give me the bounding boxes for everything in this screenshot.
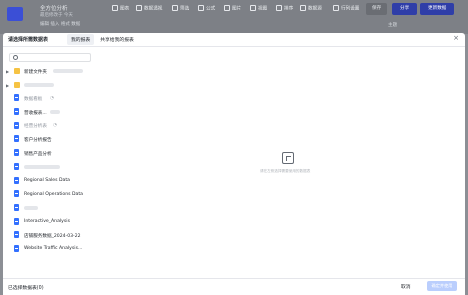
sheet-icon (14, 217, 19, 225)
tool-image[interactable]: 图片 (224, 5, 241, 12)
lock-icon: ◔ (50, 95, 54, 101)
chart-icon (112, 5, 118, 11)
cancel-button[interactable]: 取消 (398, 282, 414, 291)
app-subtitle: 最后修改于 今天 (40, 13, 73, 18)
list-item-label: Interactive_Analysis (24, 219, 70, 225)
tool-filter[interactable]: 筛选 (172, 5, 189, 12)
list-item[interactable]: Regional Operations Data (3, 188, 143, 202)
list-item[interactable]: Website Traffic Analysis... (3, 243, 143, 257)
list-item[interactable]: 店铺服务数据_2024-03-22 (3, 229, 143, 243)
app-title: 全方位分析 (40, 6, 68, 12)
list-item-label: 客户分析报告 (24, 137, 52, 143)
update-data-button[interactable]: 更新数据 (420, 3, 455, 15)
empty-state-icon (282, 152, 294, 164)
list-item-label: Regional Operations Data (24, 191, 83, 197)
list-item[interactable] (3, 161, 143, 175)
dialog-title: 请选择所需数据表 (8, 37, 49, 43)
sheet-icon (14, 94, 19, 102)
tool-sort[interactable]: 排序 (276, 5, 293, 12)
empty-state-text: 请在左侧选择需要使用的数据表 (260, 169, 311, 173)
list-item[interactable]: 销售产品分析 (3, 147, 143, 161)
share-button[interactable]: 分享 (392, 3, 418, 15)
app-toolbar: 全方位分析 最后修改于 今天 编辑 插入 格式 数据 图表 数据透视 筛选 公式… (0, 0, 468, 34)
list-item[interactable]: 客户分析报告 (3, 133, 143, 147)
list-item-label: 店铺服务数据_2024-03-22 (24, 233, 81, 239)
close-icon[interactable]: × (453, 34, 459, 42)
save-pill[interactable]: 保存 (366, 3, 388, 15)
expand-arrow-icon[interactable]: ▶ (6, 83, 9, 88)
sheet-icon (14, 231, 19, 239)
tool-pivot[interactable]: 数据透视 (136, 5, 162, 12)
list-item-label: 销售产品分析 (24, 151, 52, 157)
sheet-icon (14, 135, 19, 143)
redacted-text (53, 69, 83, 73)
dialog-header: 请选择所需数据表 我的报表 共享给我的报表 × (3, 33, 465, 45)
list-item-label: Regional Sales Data (24, 178, 70, 183)
redacted-text (24, 164, 60, 169)
sort-icon (276, 5, 282, 11)
list-item[interactable] (3, 202, 143, 216)
redacted-text (24, 82, 54, 87)
pivot-icon (136, 5, 142, 11)
footer-divider (3, 278, 465, 279)
tab-shared-reports[interactable]: 共享给我的报表 (96, 34, 138, 45)
formula-icon (198, 5, 204, 11)
theme-label: 主题 (388, 23, 398, 28)
folder-icon (14, 81, 20, 88)
search-icon (13, 55, 18, 60)
redacted-text (50, 110, 60, 115)
dialog-tabs: 我的报表 共享给我的报表 (67, 34, 138, 45)
table-list: ▶ 新建文件夹 ▶ 数据看板 ◔ 营收报表... 经营分析表 ◔ 客户分析报告 … (3, 65, 143, 257)
tool-formula[interactable]: 公式 (198, 5, 215, 12)
tool-datasource[interactable]: 数据源 (300, 5, 322, 12)
view-icon (250, 5, 256, 11)
sheet-icon (14, 203, 19, 211)
image-icon (224, 5, 230, 11)
search-input[interactable] (20, 55, 88, 61)
selected-count: 已选择数据表(0) (8, 286, 44, 291)
list-item[interactable]: 经营分析表 ◔ (3, 120, 143, 134)
list-item-label: 经营分析表 (24, 124, 47, 130)
list-item[interactable]: 数据看板 ◔ (3, 92, 143, 106)
sheet-icon (14, 149, 19, 157)
sheet-icon (14, 108, 19, 116)
list-item-label: 数据看板 (24, 96, 43, 102)
list-item[interactable]: ▶ 新建文件夹 (3, 65, 143, 79)
filter-icon (172, 5, 178, 11)
app-logo-icon (7, 7, 23, 21)
folder-icon (14, 68, 20, 74)
sheet-icon (14, 244, 19, 252)
list-item-label: 营收报表... (24, 110, 47, 116)
header-divider (3, 46, 465, 47)
tool-chart[interactable]: 图表 (112, 5, 129, 12)
expand-arrow-icon[interactable]: ▶ (6, 69, 9, 74)
redacted-text (24, 205, 38, 210)
table-icon (333, 5, 339, 11)
confirm-button[interactable]: 确定并使用 (427, 281, 457, 291)
list-item[interactable]: 营收报表... (3, 106, 143, 120)
app-menu[interactable]: 编辑 插入 格式 数据 (40, 21, 80, 27)
list-item[interactable]: Regional Sales Data (3, 175, 143, 189)
lock-icon: ◔ (53, 123, 57, 129)
list-item-label: 新建文件夹 (24, 69, 47, 75)
sheet-icon (14, 190, 19, 198)
list-item-label: Website Traffic Analysis... (24, 246, 83, 252)
list-item[interactable]: ▶ (3, 79, 143, 93)
tool-row-col[interactable]: 行列设置 (333, 5, 359, 12)
sheet-icon (14, 162, 19, 170)
list-item[interactable]: Interactive_Analysis (3, 216, 143, 230)
tool-view[interactable]: 视图 (250, 5, 267, 12)
search-box[interactable] (9, 53, 91, 62)
select-table-dialog: 请选择所需数据表 我的报表 共享给我的报表 × ▶ 新建文件夹 ▶ 数据看板 ◔ (3, 33, 465, 295)
sheet-icon (14, 121, 19, 129)
sheet-icon (14, 176, 19, 184)
datasource-icon (300, 5, 306, 11)
tab-my-reports[interactable]: 我的报表 (67, 34, 95, 45)
